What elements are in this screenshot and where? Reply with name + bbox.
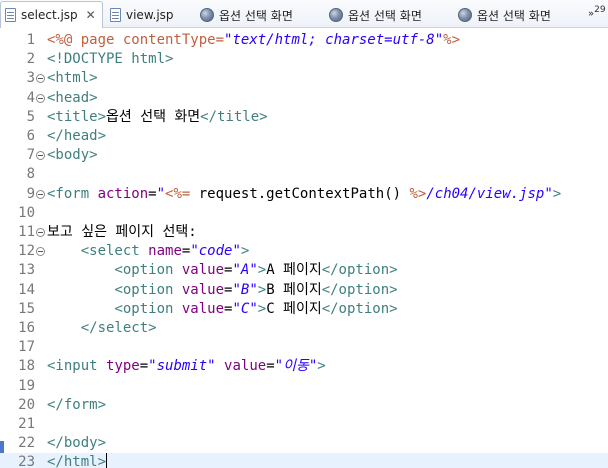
editor-tab-bar: select.jsp ✕ view.jsp 옵션 선택 화면 옵션 선택 화면 … (0, 0, 608, 28)
code-text: <option value="B">B 페이지</option> (114, 281, 398, 298)
tab-browser-preview-2[interactable]: 옵션 선택 화면 (329, 3, 422, 27)
line-number: 7 (26, 147, 35, 164)
code-text: <body> (47, 147, 98, 164)
line-number: 11 (18, 224, 35, 240)
code-text: </head> (47, 128, 107, 144)
tab-browser-preview-1[interactable]: 옵션 선택 화면 (200, 3, 293, 27)
code-line[interactable]: 21 (0, 415, 608, 434)
fold-toggle-icon[interactable] (36, 74, 45, 84)
tab-overflow-button[interactable]: »29 (588, 5, 606, 19)
code-line[interactable]: 12 <select name="code"> (0, 242, 608, 261)
tab-label: select.jsp (21, 8, 78, 22)
tab-label: 옵션 선택 화면 (219, 8, 293, 23)
fold-toggle-icon[interactable] (36, 151, 45, 161)
code-line[interactable]: 8 (0, 165, 608, 184)
line-number: 19 (18, 377, 35, 394)
line-number: 3 (26, 70, 35, 87)
line-number: 21 (18, 416, 35, 432)
code-text: </html> (47, 453, 108, 468)
fold-toggle-icon[interactable] (36, 189, 45, 199)
line-number: 4 (26, 89, 35, 106)
tab-browser-preview-3[interactable]: 옵션 선택 화면 (458, 3, 551, 27)
code-text: </form> (47, 396, 107, 413)
line-number: 14 (18, 281, 35, 298)
code-line[interactable]: 4 <head> (0, 89, 608, 108)
code-text: <select name="code"> (80, 243, 250, 260)
line-number: 1 (26, 32, 35, 48)
code-text: <%@ page contentType="text/html; charset… (47, 32, 461, 48)
line-number: 12 (18, 243, 35, 260)
code-editor[interactable]: 1 <%@ page contentType="text/html; charse… (0, 29, 608, 468)
code-line[interactable]: 13 <option value="A">A 페이지</option> (0, 261, 608, 280)
tab-label: 옵션 선택 화면 (348, 8, 422, 23)
code-line[interactable]: 6 </head> (0, 127, 608, 146)
code-line[interactable]: 18 <input type="submit" value="이동"> (0, 357, 608, 376)
fold-toggle-icon[interactable] (36, 93, 45, 103)
code-line[interactable]: 2 <!DOCTYPE html> (0, 50, 608, 69)
line-number: 6 (26, 128, 35, 144)
code-line[interactable]: 14 <option value="B">B 페이지</option> (0, 281, 608, 300)
code-text: </body> (47, 435, 107, 452)
code-line[interactable]: 16 </select> (0, 319, 608, 338)
line-number: 13 (18, 262, 35, 279)
code-text: <option value="A">A 페이지</option> (114, 262, 398, 279)
code-text: <input type="submit" value="이동"> (47, 358, 326, 375)
line-number: 10 (18, 204, 35, 221)
code-line[interactable]: 22 </body> (0, 434, 608, 453)
code-line[interactable]: 10 (0, 204, 608, 223)
jsp-file-icon (110, 8, 121, 22)
code-line[interactable]: 15 <option value="C">C 페이지</option> (0, 300, 608, 319)
code-text: <!DOCTYPE html> (47, 51, 174, 68)
tab-view-jsp[interactable]: view.jsp (110, 3, 174, 27)
code-line[interactable]: 23 </html> (0, 453, 608, 468)
line-number: 17 (18, 339, 35, 356)
tab-label: view.jsp (126, 8, 174, 22)
close-icon[interactable]: ✕ (86, 8, 96, 22)
fold-toggle-icon[interactable] (36, 228, 45, 237)
code-text: <title>옵션 선택 화면</title> (47, 108, 268, 125)
code-line[interactable]: 1 <%@ page contentType="text/html; charse… (0, 31, 608, 50)
tab-label: 옵션 선택 화면 (477, 8, 551, 23)
line-number: 2 (26, 51, 35, 68)
code-text: <form action="<%= request.getContextPath… (47, 185, 562, 202)
code-text: <html> (47, 70, 98, 87)
line-number: 15 (18, 300, 35, 317)
fold-toggle-icon[interactable] (36, 247, 45, 257)
code-line[interactable]: 17 (0, 338, 608, 357)
line-number: 9 (26, 185, 35, 202)
line-number: 16 (18, 320, 35, 336)
line-number: 5 (26, 108, 35, 125)
jsp-file-icon (5, 8, 16, 22)
code-line[interactable]: 19 (0, 377, 608, 396)
code-line[interactable]: 11 보고 싶은 페이지 선택: (0, 223, 608, 242)
code-line[interactable]: 20 </form> (0, 396, 608, 415)
tab-select-jsp[interactable]: select.jsp ✕ (0, 1, 103, 28)
line-number: 23 (18, 454, 35, 468)
text-cursor (106, 453, 108, 468)
code-text: 보고 싶은 페이지 선택: (47, 224, 197, 240)
line-number: 20 (18, 396, 35, 413)
code-text: <head> (47, 89, 98, 106)
line-number: 22 (18, 435, 35, 452)
line-number: 8 (26, 166, 35, 183)
code-line[interactable]: 7 <body> (0, 146, 608, 165)
code-text: <option value="C">C 페이지</option> (114, 300, 398, 317)
browser-globe-icon (329, 8, 343, 22)
overflow-count: 29 (594, 5, 606, 15)
line-number: 18 (18, 358, 35, 375)
code-line[interactable]: 5 <title>옵션 선택 화면</title> (0, 108, 608, 127)
code-text: </select> (80, 320, 157, 336)
code-line[interactable]: 9 <form action="<%= request.getContextPat… (0, 185, 608, 204)
browser-globe-icon (200, 8, 214, 22)
browser-globe-icon (458, 8, 472, 22)
code-line[interactable]: 3 <html> (0, 69, 608, 88)
